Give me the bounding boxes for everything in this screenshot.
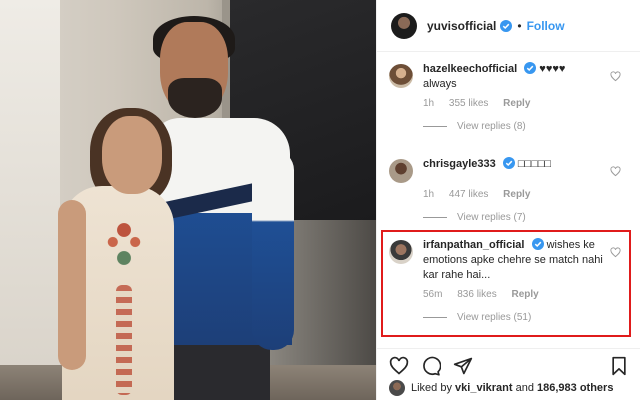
follow-button[interactable]: Follow [527,19,565,33]
verified-badge-icon [500,19,513,32]
commenter-avatar[interactable] [389,64,413,88]
comment-text: □□□□□ [517,158,552,170]
liker-avatar[interactable] [389,380,405,396]
comment-time[interactable]: 1h [423,98,434,109]
liked-by-line: Liked by vki_vikrant and 186,983 others [389,380,613,396]
comment-meta: 1h 355 likes Reply [423,98,635,109]
view-replies-button[interactable]: View replies (8) [423,121,635,132]
photo-woman-arm [58,200,86,370]
author-username[interactable]: yuvisofficial [427,19,496,33]
comment-icon[interactable] [421,356,441,376]
commenter-avatar[interactable] [389,159,413,183]
replies-divider [423,126,447,127]
comment-body: hazelkeechofficial ♥♥♥♥ always [423,62,615,92]
comment-item: hazelkeechofficial ♥♥♥♥ always 1h 355 li… [389,62,635,132]
commenter-username[interactable]: hazelkeechofficial [423,63,517,75]
verified-badge-icon [524,62,537,74]
header-separator: • [517,18,522,33]
comment-meta: 1h 447 likes Reply [423,189,635,200]
photo-man-arm [252,150,294,350]
reply-button[interactable]: Reply [503,189,530,200]
view-replies-label[interactable]: View replies (7) [457,212,526,223]
photo-wall [0,0,60,400]
comment-likes[interactable]: 447 likes [449,189,488,200]
post-actions-bar [377,348,640,378]
comment-text: ♥♥♥♥ [539,63,566,75]
comment-highlight-box [381,230,631,337]
comment-text-line2: always [423,78,457,90]
liker-username[interactable]: vki_vikrant [455,382,512,394]
comment-like-heart-icon[interactable] [610,71,621,82]
liked-by-prefix: Liked by [411,382,452,394]
verified-badge-icon [502,157,515,169]
comment-like-heart-icon[interactable] [610,166,621,177]
photo-woman-face [102,116,162,194]
comment-time[interactable]: 1h [423,189,434,200]
comment-item: chrisgayle333 □□□□□ 1h 447 likes Reply V… [389,157,635,223]
commenter-username[interactable]: chrisgayle333 [423,158,496,170]
heart-icon[interactable] [389,356,409,376]
bookmark-icon[interactable] [609,356,629,376]
comment-body: chrisgayle333 □□□□□ [423,157,615,183]
post-header: yuvisofficial • Follow [377,0,640,52]
share-icon[interactable] [453,356,473,376]
photo-woman-embroidery-strip [116,285,132,395]
view-replies-label[interactable]: View replies (8) [457,121,526,132]
view-replies-button[interactable]: View replies (7) [423,212,635,223]
comments-panel: yuvisofficial • Follow hazelkeechofficia… [376,0,640,400]
reply-button[interactable]: Reply [503,98,530,109]
post-photo[interactable] [0,0,376,400]
likes-count[interactable]: 186,983 others [537,382,613,394]
replies-divider [423,217,447,218]
comment-likes[interactable]: 355 likes [449,98,488,109]
photo-woman-embroidery [96,198,152,278]
liked-by-connector: and [515,382,534,394]
author-avatar[interactable] [391,12,417,39]
photo-man-beard [168,78,222,118]
